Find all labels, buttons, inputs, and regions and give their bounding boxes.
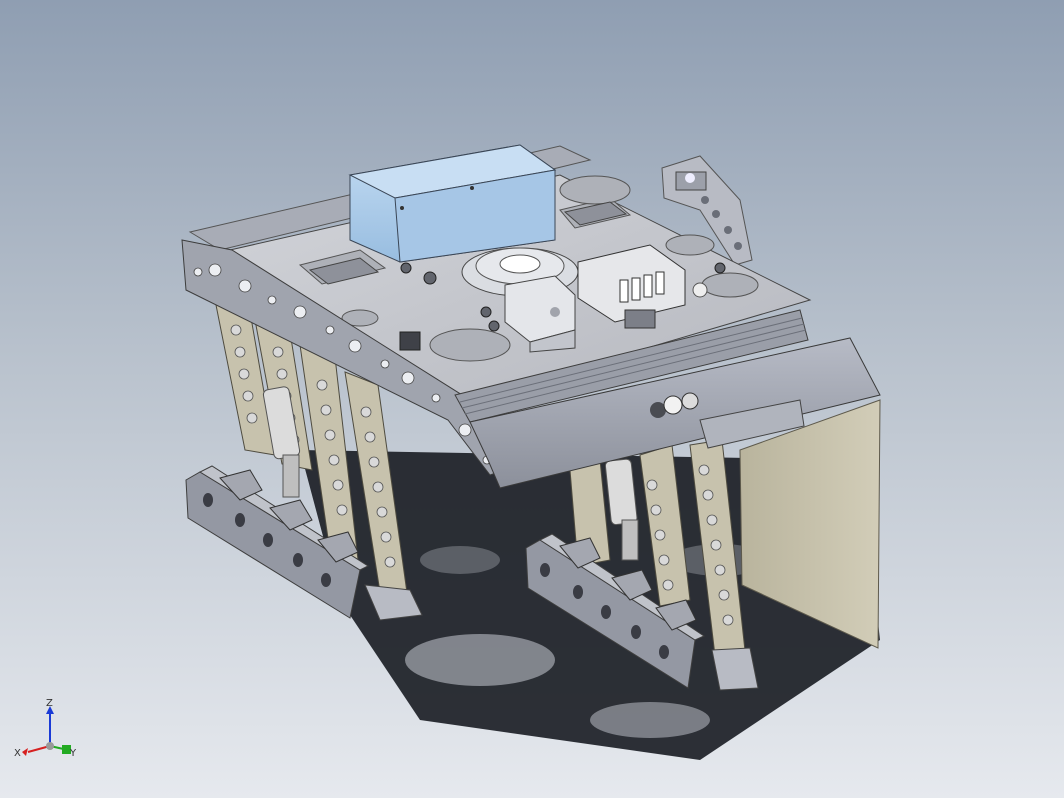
cad-viewport[interactable]: Z X Y: [0, 0, 1064, 798]
triad-y-axis: Y: [49, 745, 77, 759]
triad-x-axis: X: [14, 745, 51, 759]
triad-origin: [46, 742, 54, 750]
triad-x-label: X: [14, 748, 21, 759]
triad-z-axis: Z: [46, 698, 54, 746]
cad-model-render[interactable]: [0, 0, 1064, 798]
electrical-enclosure: [348, 144, 557, 263]
orientation-triad[interactable]: Z X Y: [10, 698, 80, 764]
triad-y-label: Y: [69, 748, 77, 759]
triad-z-label: Z: [46, 698, 53, 709]
